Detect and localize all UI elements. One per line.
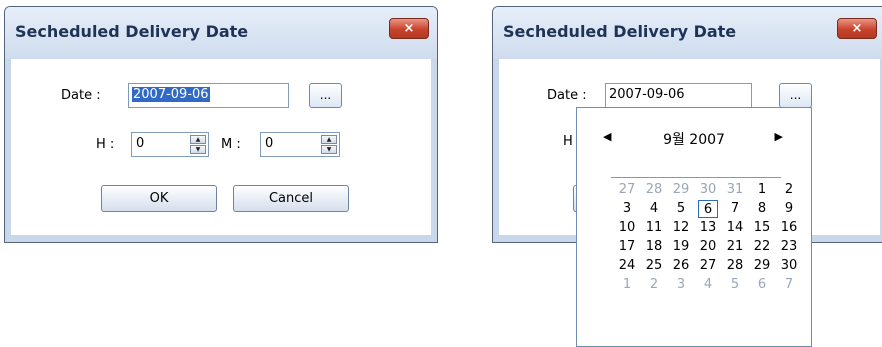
calendar-grid: 27 28 29 30 31 1 2 3 4 5 6 7 8 9 10 11 12 13 14 15 16 17 18 19 2… (617, 181, 801, 295)
date-label: Date : (61, 88, 101, 103)
delivery-date-dialog: Secheduled Delivery Date × Date : 2007-0… (4, 6, 438, 243)
calendar-day[interactable]: 6 (698, 200, 718, 218)
date-picker-button[interactable]: ... (309, 83, 342, 108)
calendar-day[interactable]: 29 (671, 181, 691, 199)
date-input[interactable]: 2007-09-06 (128, 83, 289, 108)
calendar-day[interactable]: 9 (779, 200, 799, 218)
hour-label: H : (96, 137, 115, 152)
calendar-day[interactable]: 11 (644, 219, 664, 237)
minute-value: 0 (265, 136, 274, 151)
calendar-day[interactable]: 13 (698, 219, 718, 237)
calendar-week-row: 3456789 (617, 200, 801, 219)
calendar-day[interactable]: 3 (671, 276, 691, 294)
calendar-day[interactable]: 30 (779, 257, 799, 275)
calendar-day[interactable]: 28 (725, 257, 745, 275)
calendar-day[interactable]: 26 (671, 257, 691, 275)
calendar-week-row: 24 25 26 27 28 29 30 (617, 257, 801, 276)
calendar-day[interactable]: 20 (698, 238, 718, 256)
calendar-header: ◀ 9월 2007 ▶ (577, 128, 811, 152)
calendar-day[interactable]: 19 (671, 238, 691, 256)
date-label: Date : (547, 88, 587, 103)
calendar-day[interactable]: 21 (725, 238, 745, 256)
hour-label: H (563, 134, 573, 149)
close-icon: × (851, 21, 863, 36)
calendar-day[interactable]: 8 (752, 200, 772, 218)
calendar-day[interactable]: 7 (725, 200, 745, 218)
calendar-day[interactable]: 10 (617, 219, 637, 237)
date-picker-button[interactable]: ... (779, 83, 812, 108)
calendar-day[interactable]: 31 (725, 181, 745, 199)
calendar-week-row: 27 28 29 30 31 1 2 (617, 181, 801, 200)
calendar-day[interactable]: 27 (617, 181, 637, 199)
calendar-day[interactable]: 29 (752, 257, 772, 275)
title-bar[interactable]: Secheduled Delivery Date × (493, 7, 882, 59)
calendar-day[interactable]: 24 (617, 257, 637, 275)
close-button[interactable]: × (837, 18, 877, 39)
spin-up-icon[interactable]: ▲ (190, 135, 206, 144)
minute-label: M : (221, 137, 241, 152)
dialog-body: Date : 2007-09-06 ... H : 0 ▲ ▼ M : 0 ▲ … (11, 59, 431, 235)
calendar-day[interactable]: 4 (698, 276, 718, 294)
date-input[interactable]: 2007-09-06 (605, 83, 752, 108)
window-frame-bottom (5, 235, 437, 242)
date-value: 2007-09-06 (132, 87, 210, 102)
calendar-day[interactable]: 6 (752, 276, 772, 294)
calendar-day[interactable]: 4 (644, 200, 664, 218)
calendar-day[interactable]: 22 (752, 238, 772, 256)
close-icon: × (403, 21, 415, 36)
title-bar[interactable]: Secheduled Delivery Date × (5, 7, 437, 59)
dialog-title: Secheduled Delivery Date (15, 22, 249, 41)
hour-value: 0 (136, 136, 145, 151)
calendar-day[interactable]: 1 (752, 181, 772, 199)
calendar-week-row: 17 18 19 20 21 22 23 (617, 238, 801, 257)
calendar-separator (611, 177, 781, 178)
calendar-week-row: 1234567 (617, 276, 801, 295)
spin-down-icon[interactable]: ▼ (190, 145, 206, 154)
calendar-week-row: 10 11 12 13 14 15 16 (617, 219, 801, 238)
calendar-day[interactable]: 1 (617, 276, 637, 294)
spin-down-icon[interactable]: ▼ (321, 145, 337, 154)
calendar-day[interactable]: 12 (671, 219, 691, 237)
dialog-title: Secheduled Delivery Date (503, 22, 737, 41)
calendar-day[interactable]: 16 (779, 219, 799, 237)
calendar-day[interactable]: 2 (644, 276, 664, 294)
calendar-day[interactable]: 30 (698, 181, 718, 199)
calendar-day[interactable]: 17 (617, 238, 637, 256)
close-button[interactable]: × (389, 18, 429, 39)
minute-spin-buttons: ▲ ▼ (321, 135, 337, 154)
next-month-icon[interactable]: ▶ (775, 130, 783, 143)
calendar-day[interactable]: 14 (725, 219, 745, 237)
minute-spinner[interactable]: 0 ▲ ▼ (260, 132, 340, 157)
calendar-popup: ◀ 9월 2007 ▶ 27 28 29 30 31 1 2 3 4 5 6 7 8 9 10 11 12 13 1… (576, 107, 812, 347)
calendar-day[interactable]: 25 (644, 257, 664, 275)
spin-up-icon[interactable]: ▲ (321, 135, 337, 144)
calendar-day[interactable]: 27 (698, 257, 718, 275)
calendar-day[interactable]: 15 (752, 219, 772, 237)
date-value: 2007-09-06 (609, 87, 685, 102)
calendar-day[interactable]: 3 (617, 200, 637, 218)
calendar-day[interactable]: 23 (779, 238, 799, 256)
calendar-day[interactable]: 18 (644, 238, 664, 256)
cancel-button[interactable]: Cancel (233, 185, 349, 212)
window-frame-right (431, 59, 437, 242)
hour-spin-buttons: ▲ ▼ (190, 135, 206, 154)
calendar-day[interactable]: 2 (779, 181, 799, 199)
calendar-day[interactable]: 5 (725, 276, 745, 294)
calendar-day[interactable]: 28 (644, 181, 664, 199)
hour-spinner[interactable]: 0 ▲ ▼ (131, 132, 209, 157)
calendar-day[interactable]: 7 (779, 276, 799, 294)
ok-button[interactable]: OK (101, 185, 217, 212)
calendar-day[interactable]: 5 (671, 200, 691, 218)
